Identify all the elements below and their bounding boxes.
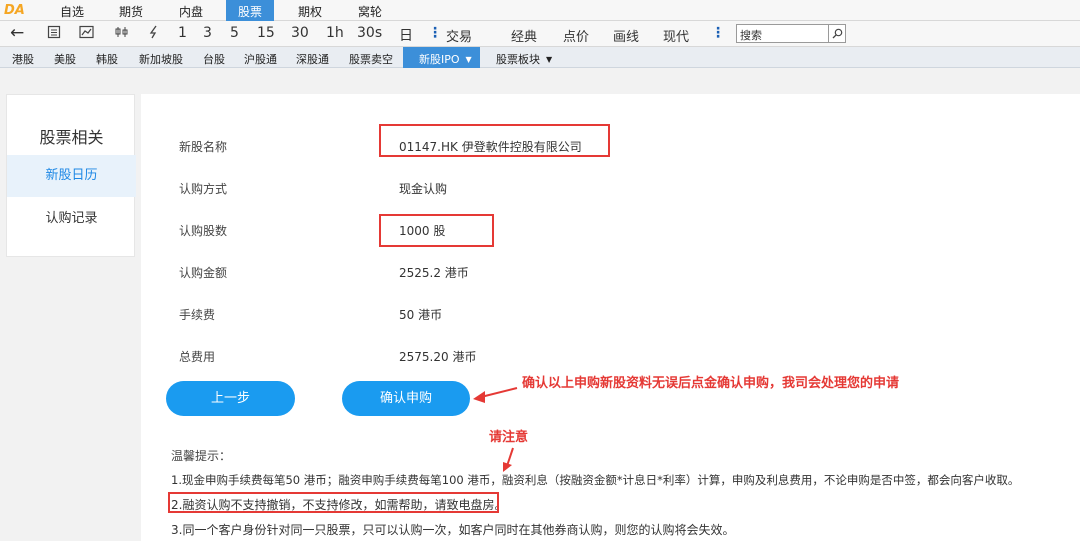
highlight-stock-name <box>379 124 610 157</box>
period-3[interactable]: 3 <box>203 25 212 41</box>
period-5[interactable]: 5 <box>230 25 239 41</box>
label-subscription-method: 认购方式 <box>179 182 228 196</box>
nav-ipo[interactable]: 新股IPO ▼ <box>403 47 480 68</box>
period-15[interactable]: 15 <box>257 25 275 41</box>
value-subscription-method: 现金认购 <box>399 182 448 196</box>
mode-classic[interactable]: 经典 <box>511 26 537 45</box>
chevron-down-icon: ▼ <box>465 55 472 64</box>
ipo-subscription-form: 新股名称 01147.HK 伊登軟件控股有限公司 认购方式 现金认购 认购股数 … <box>141 94 1080 541</box>
menu-item-options[interactable]: 期权 <box>298 3 322 20</box>
tips-title: 温馨提示： <box>171 449 232 463</box>
mode-draw[interactable]: 画线 <box>613 26 639 45</box>
market-nav: 港股 美股 韩股 新加坡股 台股 沪股通 深股通 股票卖空 新股IPO ▼ 股票板… <box>0 47 1080 68</box>
period-30s[interactable]: 30s <box>357 25 382 41</box>
kline-icon[interactable] <box>114 25 129 43</box>
annotation-attention: 请注意 <box>489 430 529 445</box>
top-menu-bar: DA 自选 期货 内盘 股票 期权 窝轮 <box>0 0 1080 21</box>
menu-item-stocks[interactable]: 股票 <box>226 0 275 21</box>
label-fee: 手续费 <box>179 308 216 322</box>
annotation-confirm-note: 确认以上申购新股资料无误后点金确认申购，我司会处理您的申请 <box>522 376 900 391</box>
nav-sh-connect[interactable]: 沪股通 <box>244 51 277 67</box>
period-1[interactable]: 1 <box>178 25 187 41</box>
nav-hk[interactable]: 港股 <box>12 51 34 67</box>
nav-short-sell[interactable]: 股票卖空 <box>349 51 393 67</box>
mode-modern[interactable]: 现代 <box>663 26 689 45</box>
sidebar-item-ipo-calendar[interactable]: 新股日历 <box>7 155 136 197</box>
period-1h[interactable]: 1h <box>326 25 344 41</box>
period-day[interactable]: 日 <box>399 25 413 45</box>
more-icon[interactable]: ⋮ <box>428 25 442 41</box>
tip-3: 3.同一个客户身份针对同一只股票，只可以认购一次，如客户同时在其他券商认购，则您… <box>171 523 735 537</box>
chevron-down-icon: ▼ <box>546 55 553 64</box>
label-subscription-amount: 认购金额 <box>179 266 228 280</box>
nav-kr[interactable]: 韩股 <box>96 51 118 67</box>
label-total-cost: 总费用 <box>179 350 216 364</box>
nav-sectors[interactable]: 股票板块 ▼ <box>496 51 552 67</box>
stock-sidebar: 股票相关 新股日历 认购记录 <box>6 94 136 257</box>
nav-tw[interactable]: 台股 <box>203 51 225 67</box>
chart-icon[interactable] <box>79 25 94 43</box>
nav-us[interactable]: 美股 <box>54 51 76 67</box>
mode-trade[interactable]: 交易 <box>446 26 472 45</box>
highlight-share-quantity <box>379 214 494 247</box>
value-subscription-amount: 2525.2 港币 <box>399 266 469 280</box>
menu-item-futures[interactable]: 期货 <box>119 3 143 20</box>
nav-ipo-label: 新股IPO <box>419 53 460 66</box>
toolbar: ← 1 3 5 15 30 1h 30s 日 ⋮ 交易 经典 点价 画线 现代 … <box>0 21 1080 47</box>
label-share-quantity: 认购股数 <box>179 224 228 238</box>
mode-price[interactable]: 点价 <box>563 26 589 45</box>
search-placeholder: 搜索 <box>740 29 762 42</box>
search-icon[interactable] <box>828 25 845 42</box>
more-icon-2[interactable]: ⋮ <box>711 25 725 41</box>
label-stock-name: 新股名称 <box>179 140 228 154</box>
menu-item-domestic[interactable]: 内盘 <box>179 3 203 20</box>
list-icon[interactable] <box>47 25 61 43</box>
app-logo: DA <box>4 3 25 18</box>
highlight-tip-2 <box>168 492 499 513</box>
menu-item-watchlist[interactable]: 自选 <box>60 3 84 20</box>
back-arrow-icon[interactable]: ← <box>10 23 24 43</box>
confirm-subscription-button[interactable]: 确认申购 <box>342 381 470 416</box>
search-input[interactable]: 搜索 <box>736 24 846 43</box>
menu-item-warrants[interactable]: 窝轮 <box>358 3 382 20</box>
sidebar-item-subscription-records[interactable]: 认购记录 <box>7 198 136 240</box>
previous-step-button[interactable]: 上一步 <box>166 381 295 416</box>
nav-sg[interactable]: 新加坡股 <box>139 51 183 67</box>
sidebar-title: 股票相关 <box>39 128 104 147</box>
annotation-arrow-icon <box>473 387 518 403</box>
tip-1: 1.现金申购手续费每笔50 港币；融资申购手续费每笔100 港币，融资利息（按融… <box>171 473 1020 487</box>
value-total-cost: 2575.20 港币 <box>399 350 477 364</box>
lightning-icon[interactable] <box>148 25 160 43</box>
period-30[interactable]: 30 <box>291 25 309 41</box>
nav-sectors-label: 股票板块 <box>496 53 540 66</box>
value-fee: 50 港币 <box>399 308 443 322</box>
nav-sz-connect[interactable]: 深股通 <box>296 51 329 67</box>
